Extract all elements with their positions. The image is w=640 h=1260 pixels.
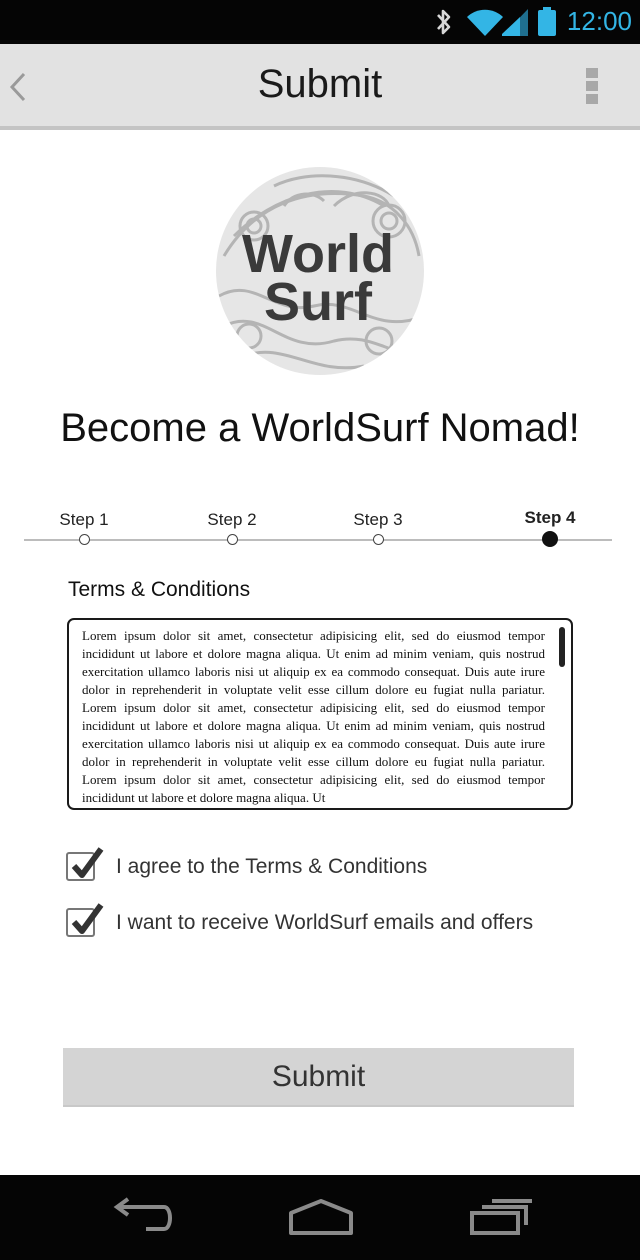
step-label: Step 1 <box>59 510 109 529</box>
action-bar: Submit <box>0 44 640 130</box>
step-2[interactable]: Step 2 <box>187 500 277 545</box>
wifi-icon <box>467 9 503 37</box>
status-clock: 12:00 <box>566 6 632 36</box>
terms-scroll-box[interactable]: Lorem ipsum dolor sit amet, consectetur … <box>67 618 573 810</box>
step-label: Step 2 <box>207 510 257 529</box>
email-offers-label: I want to receive WorldSurf emails and o… <box>116 911 534 934</box>
step-dot <box>372 534 384 545</box>
step-label: Step 4 <box>524 508 576 527</box>
navigation-bar <box>0 1175 640 1260</box>
worldsurf-logo: World Surf <box>216 167 424 375</box>
terms-body: Lorem ipsum dolor sit amet, consectetur … <box>82 628 545 805</box>
step-dot <box>78 534 90 545</box>
step-1[interactable]: Step 1 <box>39 500 129 545</box>
overflow-menu-icon[interactable] <box>586 68 600 108</box>
signal-icon <box>502 9 528 36</box>
step-label: Step 3 <box>353 510 403 529</box>
checkmark-icon <box>71 903 104 934</box>
email-offers-checkbox[interactable] <box>66 903 104 937</box>
step-dot <box>226 534 238 545</box>
step-3[interactable]: Step 3 <box>333 500 423 545</box>
agree-terms-checkbox[interactable] <box>66 847 104 881</box>
headline: Become a WorldSurf Nomad! <box>60 406 580 450</box>
agree-terms-checkbox-row[interactable]: I agree to the Terms & Conditions <box>66 847 566 882</box>
battery-icon <box>538 7 556 36</box>
scrollbar-thumb[interactable] <box>559 627 565 667</box>
nav-back-icon[interactable] <box>112 1195 176 1239</box>
bluetooth-icon <box>437 9 451 35</box>
submit-button[interactable]: Submit <box>63 1048 574 1107</box>
terms-heading: Terms & Conditions <box>68 578 251 601</box>
nav-home-icon[interactable] <box>287 1195 355 1239</box>
nav-recents-icon[interactable] <box>468 1195 534 1239</box>
step-4[interactable]: Step 4 <box>505 500 595 547</box>
page-title: Submit <box>257 62 383 106</box>
status-bar: 12:00 <box>0 0 640 44</box>
email-offers-checkbox-row[interactable]: I want to receive WorldSurf emails and o… <box>66 903 566 938</box>
checkmark-icon <box>71 847 104 878</box>
logo-text-surf: Surf <box>264 272 373 332</box>
progress-stepper: Step 1 Step 2 Step 3 Step 4 <box>0 500 640 560</box>
step-dot-current <box>542 531 558 547</box>
agree-terms-label: I agree to the Terms & Conditions <box>116 855 428 878</box>
